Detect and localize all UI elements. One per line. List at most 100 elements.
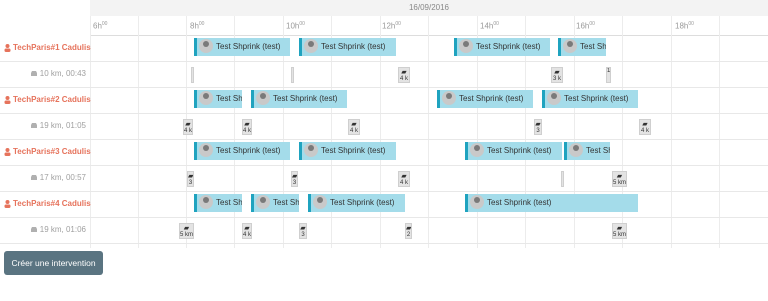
avatar <box>199 38 213 53</box>
avatar <box>304 142 318 157</box>
hour-label: 14h00 <box>480 21 499 31</box>
resource-row: TechParis#2 Cadulis Test Shprink (test) … <box>0 87 768 114</box>
resource-name[interactable]: TechParis#1 Cadulis <box>4 35 91 61</box>
car-icon: ▰ <box>616 173 623 180</box>
travel-row: 19 km, 01:06 ▰ 5 km ▰ 4 k ▰ 3 ▰ 2 ▰ 5 km <box>0 217 768 244</box>
person-icon <box>4 199 11 208</box>
travel-segment[interactable]: ▰ 3 <box>291 171 298 187</box>
travel-segment[interactable]: 1 <box>606 67 611 83</box>
travel-segment[interactable]: ▰ 2 <box>405 223 412 239</box>
avatar <box>256 194 270 209</box>
car-icon: ▰ <box>535 121 541 128</box>
event-block[interactable]: Test Shprink (test) <box>251 90 347 108</box>
event-block[interactable]: Test Shprink (test) <box>194 90 242 108</box>
car-icon: ▰ <box>554 69 560 76</box>
resource-row: TechParis#4 Cadulis Test Shprink (test) … <box>0 191 768 218</box>
travel-segment[interactable] <box>291 67 294 83</box>
avatar <box>199 90 213 105</box>
hour-label: 12h00 <box>382 21 401 31</box>
car-icon: ▰ <box>292 173 298 180</box>
travel-summary: 17 km, 00:57 <box>0 165 86 191</box>
resource-name[interactable]: TechParis#2 Cadulis <box>4 87 91 113</box>
travel-segment[interactable] <box>191 67 194 83</box>
travel-segment[interactable]: ▰ 3 <box>299 223 307 239</box>
travel-segment[interactable]: ▰ 5 km <box>612 171 627 187</box>
event-block[interactable]: Test Shprink (test) <box>194 142 290 160</box>
travel-segment[interactable] <box>561 171 564 187</box>
avatar <box>569 142 583 157</box>
travel-segment[interactable]: ▰ 4 k <box>183 119 193 135</box>
travel-segment[interactable]: ▰ 5 km <box>179 223 194 239</box>
event-block[interactable]: Test Shprink (test) <box>437 90 533 108</box>
hour-header: 6h00 8h00 10h00 12h00 14h00 16h00 18h00 <box>90 16 768 36</box>
travel-segment[interactable]: ▰ 4 k <box>348 119 360 135</box>
event-block[interactable]: Test Shprink (test) <box>251 194 299 212</box>
avatar <box>199 194 213 209</box>
travel-segment[interactable]: ▰ 3 k <box>551 67 563 83</box>
travel-segment[interactable]: ▰ 4 k <box>398 67 410 83</box>
car-icon: ▰ <box>401 69 407 76</box>
travel-row: 10 km, 00:43 ▰ 4 k ▰ 3 k 1 <box>0 61 768 88</box>
travel-segment[interactable]: ▰ 3 <box>534 119 542 135</box>
event-block[interactable]: Test Shprink (test) <box>299 142 396 160</box>
avatar <box>256 90 270 105</box>
hour-label: 16h00 <box>576 21 595 31</box>
resource-name[interactable]: TechParis#4 Cadulis <box>4 191 91 217</box>
car-icon: ▰ <box>244 121 250 128</box>
resource-name[interactable]: TechParis#3 Cadulis <box>4 139 91 165</box>
avatar <box>199 142 213 157</box>
travel-summary: 19 km, 01:05 <box>0 113 86 139</box>
avatar <box>313 194 327 209</box>
car-icon <box>30 227 37 233</box>
car-icon <box>30 175 37 181</box>
car-icon <box>30 71 37 77</box>
avatar <box>470 194 484 209</box>
avatar <box>563 38 577 53</box>
car-icon: ▰ <box>406 225 412 232</box>
event-block[interactable]: Test Shprink (test) <box>542 90 638 108</box>
travel-segment[interactable]: ▰ 4 k <box>398 171 410 187</box>
scheduler: 16/09/2016 6h00 8h00 10h00 12h00 14h00 1… <box>0 0 768 248</box>
event-block[interactable]: Test Shprink (test) <box>299 38 396 56</box>
car-icon: ▰ <box>183 225 190 232</box>
avatar <box>442 90 456 105</box>
hour-label: 6h00 <box>93 21 108 31</box>
event-block[interactable]: Test Shprink (test) <box>454 38 550 56</box>
hour-label: 18h00 <box>675 21 694 31</box>
car-icon <box>30 123 37 129</box>
car-icon: ▰ <box>185 121 191 128</box>
resource-row: TechParis#3 Cadulis Test Shprink (test) … <box>0 139 768 166</box>
travel-segment[interactable]: ▰ 5 km <box>612 223 627 239</box>
travel-summary: 19 km, 01:06 <box>0 217 86 243</box>
event-block[interactable]: Test Shprink (test) <box>558 38 606 56</box>
travel-row: 17 km, 00:57 ▰ 3 ▰ 3 ▰ 4 k ▰ 5 km <box>0 165 768 192</box>
car-icon: ▰ <box>188 173 194 180</box>
travel-segment[interactable]: ▰ 4 k <box>242 119 252 135</box>
car-icon: ▰ <box>401 173 407 180</box>
person-icon <box>4 95 11 104</box>
event-block[interactable]: Test Shprink (test) <box>194 194 242 212</box>
event-block[interactable]: Test Shprink (test) <box>465 194 638 212</box>
event-block[interactable]: Test Shprink (test) <box>308 194 405 212</box>
person-icon <box>4 43 11 52</box>
travel-segment[interactable]: ▰ 4 k <box>242 223 252 239</box>
person-icon <box>4 147 11 156</box>
travel-summary: 10 km, 00:43 <box>0 61 86 87</box>
car-icon: ▰ <box>244 225 250 232</box>
car-icon: ▰ <box>300 225 306 232</box>
event-block[interactable]: Test Shprink (test) <box>564 142 610 160</box>
travel-segment[interactable]: ▰ 4 k <box>639 119 651 135</box>
event-block[interactable]: Test Shprink (test) <box>465 142 562 160</box>
date-label: 16/09/2016 <box>408 3 450 12</box>
create-intervention-button[interactable]: Créer une intervention <box>4 251 103 275</box>
avatar <box>304 38 318 53</box>
avatar <box>470 142 484 157</box>
resource-row: TechParis#1 Cadulis Test Shprink (test) … <box>0 35 768 62</box>
avatar <box>459 38 473 53</box>
car-icon: ▰ <box>616 225 623 232</box>
car-icon: ▰ <box>351 121 357 128</box>
date-header: 16/09/2016 <box>90 0 768 17</box>
hour-label: 10h00 <box>286 21 305 31</box>
event-block[interactable]: Test Shprink (test) <box>194 38 290 56</box>
travel-segment[interactable]: ▰ 3 <box>187 171 194 187</box>
